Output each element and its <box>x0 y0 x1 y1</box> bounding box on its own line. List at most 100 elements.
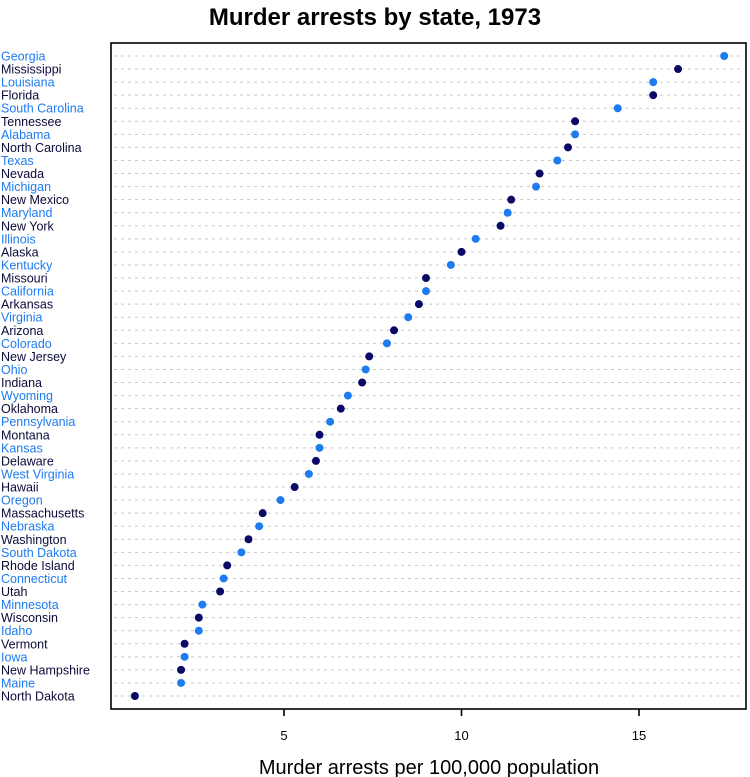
data-point <box>336 404 345 413</box>
data-point <box>613 104 622 113</box>
data-point <box>382 339 391 348</box>
data-point <box>315 430 324 439</box>
x-axis-label: Murder arrests per 100,000 population <box>259 757 599 777</box>
category-label: Montana <box>1 428 50 442</box>
category-label: Alabama <box>1 128 50 142</box>
data-point <box>649 91 658 100</box>
category-label: Idaho <box>1 624 32 638</box>
data-point <box>720 52 729 60</box>
data-point <box>358 378 367 387</box>
category-label: Missouri <box>1 272 48 286</box>
data-point <box>361 365 370 374</box>
category-label: Wyoming <box>1 389 53 403</box>
category-label: Hawaii <box>1 481 39 495</box>
category-label: Massachusetts <box>1 507 84 521</box>
category-label: Minnesota <box>1 598 59 612</box>
category-label: Michigan <box>1 180 51 194</box>
data-point <box>503 208 512 217</box>
category-label: Arizona <box>1 324 43 338</box>
category-label: Arkansas <box>1 298 53 312</box>
x-tick-label: 15 <box>632 728 646 743</box>
category-label: New Mexico <box>1 193 69 207</box>
data-point <box>198 600 207 609</box>
data-point <box>414 300 423 309</box>
data-point <box>507 195 516 204</box>
data-point <box>365 352 374 361</box>
category-label: South Dakota <box>1 546 77 560</box>
data-point <box>390 326 399 335</box>
category-label: Ohio <box>1 363 27 377</box>
category-label: South Carolina <box>1 102 84 116</box>
data-point <box>422 287 430 296</box>
data-point <box>446 260 455 269</box>
data-point <box>649 78 658 87</box>
category-label: Florida <box>1 89 39 103</box>
grid-lines <box>114 55 744 697</box>
data-point <box>422 274 430 283</box>
data-point <box>553 156 562 165</box>
data-point <box>258 509 267 518</box>
x-axis: 5 10 15 <box>280 709 646 743</box>
category-label: Indiana <box>1 376 42 390</box>
category-label: Mississippi <box>1 63 61 77</box>
category-label: Illinois <box>1 232 36 246</box>
category-label: New Jersey <box>1 350 67 364</box>
data-point <box>194 626 203 635</box>
category-label: Georgia <box>1 50 46 64</box>
category-label: Maine <box>1 676 35 690</box>
category-label: Nevada <box>1 167 44 181</box>
data-point <box>194 613 203 622</box>
data-point <box>255 522 264 531</box>
data-point <box>223 561 232 570</box>
data-point <box>571 130 580 139</box>
category-label: New Hampshire <box>1 663 90 677</box>
category-label: Connecticut <box>1 572 68 586</box>
data-point <box>219 574 228 583</box>
category-labels: GeorgiaMississippiLouisianaFloridaSouth … <box>1 50 90 704</box>
category-label: Kansas <box>1 441 43 455</box>
category-label: Tennessee <box>1 115 62 129</box>
data-point <box>304 469 313 478</box>
category-label: Virginia <box>1 311 43 325</box>
category-label: Maryland <box>1 206 52 220</box>
data-point <box>674 65 683 74</box>
data-point <box>532 182 541 191</box>
category-label: Utah <box>1 585 27 599</box>
category-label: Kentucky <box>1 258 53 272</box>
data-point <box>343 391 352 400</box>
data-point <box>177 678 186 687</box>
category-label: West Virginia <box>1 467 74 481</box>
data-point <box>496 221 505 230</box>
data-point <box>237 548 246 557</box>
chart-title: Murder arrests by state, 1973 <box>209 4 541 31</box>
category-label: Delaware <box>1 454 54 468</box>
data-point <box>571 117 580 126</box>
category-label: Texas <box>1 154 34 168</box>
category-label: Washington <box>1 533 67 547</box>
data-point <box>290 483 299 492</box>
category-label: Louisiana <box>1 76 55 90</box>
data-point <box>326 417 335 426</box>
data-point <box>180 639 189 648</box>
category-label: North Dakota <box>1 690 75 704</box>
data-point <box>216 587 225 596</box>
data-point <box>130 692 139 700</box>
category-label: Nebraska <box>1 520 55 534</box>
category-label: Iowa <box>1 650 27 664</box>
data-point <box>564 143 572 152</box>
category-label: Colorado <box>1 337 52 351</box>
category-label: Rhode Island <box>1 559 75 573</box>
data-point <box>177 665 186 674</box>
data-point <box>311 456 320 465</box>
data-point <box>471 234 480 243</box>
category-label: California <box>1 285 54 299</box>
category-label: Oklahoma <box>1 402 58 416</box>
category-label: Alaska <box>1 245 39 259</box>
data-point <box>404 313 413 322</box>
data-point <box>180 652 189 661</box>
data-point <box>276 496 285 505</box>
data-point <box>315 443 324 452</box>
category-label: Oregon <box>1 494 43 508</box>
data-points <box>130 52 729 700</box>
x-tick-label: 10 <box>454 728 468 743</box>
